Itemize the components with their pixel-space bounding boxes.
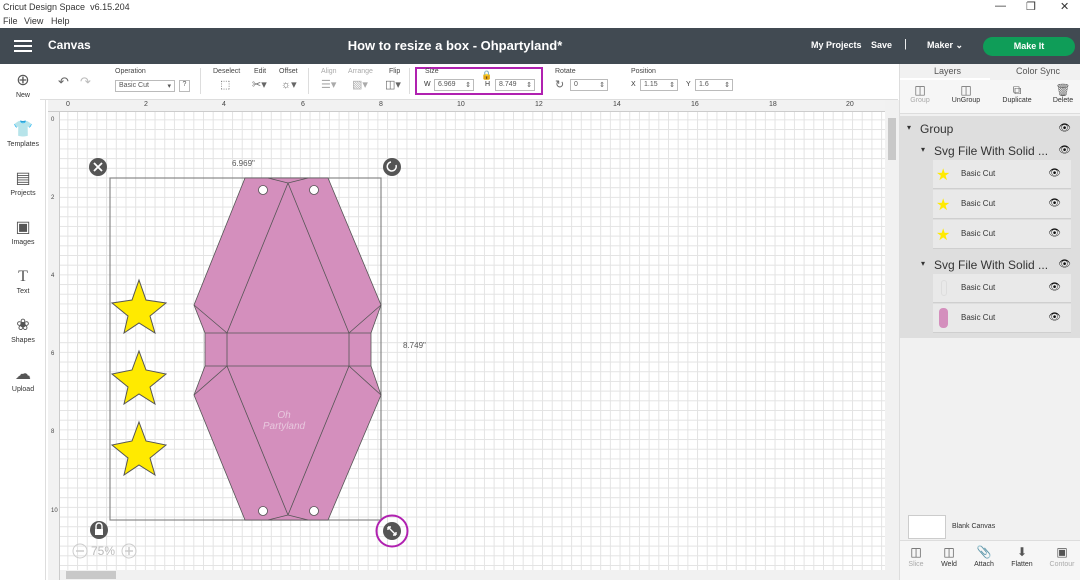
outline-thumbnail-icon bbox=[941, 280, 947, 296]
eye-icon[interactable]: 👁 bbox=[1048, 312, 1061, 323]
delete-button[interactable]: 🗑 Delete bbox=[1050, 83, 1076, 104]
width-dimension-label: 6.969" bbox=[232, 159, 255, 168]
eye-icon[interactable]: 👁 bbox=[1058, 259, 1071, 270]
eye-icon[interactable]: 👁 bbox=[1058, 123, 1071, 134]
layer-item-label: Basic Cut bbox=[961, 169, 996, 178]
tab-color-sync[interactable]: Color Sync bbox=[1016, 66, 1060, 76]
tab-layers[interactable]: Layers bbox=[934, 66, 961, 76]
layer-item[interactable]: Basic Cut 👁 bbox=[933, 304, 1071, 333]
weld-label: Weld bbox=[941, 561, 957, 568]
vertical-scrollbar[interactable] bbox=[885, 100, 899, 580]
star-thumbnail-icon: ★ bbox=[936, 167, 951, 184]
star-thumbnail-icon: ★ bbox=[936, 227, 951, 244]
layer-actions: ◫ Group ◫ UnGroup ⧉ Duplicate 🗑 Delete bbox=[900, 80, 1080, 114]
layer-item[interactable]: ★ Basic Cut 👁 bbox=[933, 220, 1071, 249]
slice-button[interactable]: ◫ Slice bbox=[906, 545, 926, 568]
eye-icon[interactable]: 👁 bbox=[1048, 282, 1061, 293]
collapse-arrow-icon[interactable]: ▾ bbox=[921, 259, 925, 268]
weld-button[interactable]: ◫ Weld bbox=[938, 545, 960, 568]
zoom-in-button[interactable] bbox=[122, 544, 136, 558]
height-dimension-label: 8.749" bbox=[403, 341, 426, 350]
ungroup-icon: ◫ bbox=[960, 83, 972, 97]
slice-label: Slice bbox=[908, 561, 924, 568]
ungroup-button[interactable]: ◫ UnGroup bbox=[946, 83, 986, 104]
group-label: Group bbox=[910, 97, 930, 104]
layer-group-row[interactable]: ▾ Group 👁 bbox=[900, 120, 1080, 140]
paperclip-icon: 📎 bbox=[976, 545, 992, 559]
contour-icon: ▣ bbox=[1056, 545, 1068, 559]
star-thumbnail-icon: ★ bbox=[936, 197, 951, 214]
trash-icon: 🗑 bbox=[1055, 83, 1071, 97]
attach-button[interactable]: 📎 Attach bbox=[972, 545, 996, 568]
duplicate-label: Duplicate bbox=[1002, 97, 1032, 104]
watermark-logo: Oh Partyland bbox=[262, 410, 306, 432]
blank-canvas-label: Blank Canvas bbox=[952, 523, 996, 530]
layer-tree: ▾ Group 👁 ▾ Svg File With Solid ... 👁 ★ Basic… bbox=[900, 116, 1080, 338]
flatten-button[interactable]: ⬇ Flatten bbox=[1008, 545, 1036, 568]
collapse-arrow-icon[interactable]: ▾ bbox=[907, 123, 911, 132]
combine-actions: ◫ Slice ◫ Weld 📎 Attach ⬇ Flatten ▣ Contour bbox=[900, 540, 1080, 580]
layer-item-label: Basic Cut bbox=[961, 313, 996, 322]
attach-label: Attach bbox=[974, 561, 994, 568]
weld-icon: ◫ bbox=[943, 545, 955, 559]
flatten-icon: ⬇ bbox=[1016, 545, 1028, 559]
layer-item[interactable]: ★ Basic Cut 👁 bbox=[933, 190, 1071, 219]
contour-button[interactable]: ▣ Contour bbox=[1047, 545, 1077, 568]
group-button[interactable]: ◫ Group bbox=[908, 83, 932, 104]
ungroup-label: UnGroup bbox=[951, 97, 981, 104]
group-icon: ◫ bbox=[914, 83, 926, 97]
eye-icon[interactable]: 👁 bbox=[1048, 198, 1061, 209]
eye-icon[interactable]: 👁 bbox=[1048, 168, 1061, 179]
horizontal-scrollbar[interactable] bbox=[60, 570, 885, 580]
duplicate-button[interactable]: ⧉ Duplicate bbox=[998, 83, 1036, 104]
delete-label: Delete bbox=[1052, 97, 1074, 104]
box-template-shape bbox=[193, 177, 382, 521]
eye-icon[interactable]: 👁 bbox=[1058, 145, 1071, 156]
layers-panel: Layers Color Sync ◫ Group ◫ UnGroup ⧉ Dupli… bbox=[899, 64, 1080, 580]
layer-subgroup-label: Svg File With Solid ... bbox=[934, 144, 1049, 158]
layer-item-label: Basic Cut bbox=[961, 229, 996, 238]
duplicate-icon: ⧉ bbox=[1012, 83, 1022, 97]
layer-item[interactable]: Basic Cut 👁 bbox=[933, 274, 1071, 303]
box-thumbnail-icon bbox=[939, 308, 948, 328]
star-shapes bbox=[110, 278, 168, 477]
vertical-scroll-thumb[interactable] bbox=[888, 118, 896, 160]
layer-group-label: Group bbox=[920, 122, 954, 136]
blank-canvas-thumbnail[interactable] bbox=[908, 515, 946, 539]
layer-item[interactable]: ★ Basic Cut 👁 bbox=[933, 160, 1071, 189]
layer-subgroup-row[interactable]: ▾ Svg File With Solid ... 👁 bbox=[900, 256, 1080, 276]
layer-item-label: Basic Cut bbox=[961, 199, 996, 208]
layer-item-label: Basic Cut bbox=[961, 283, 996, 292]
contour-label: Contour bbox=[1049, 561, 1075, 568]
zoom-out-button[interactable] bbox=[73, 544, 87, 558]
slice-icon: ◫ bbox=[910, 545, 922, 559]
layer-subgroup-row[interactable]: ▾ Svg File With Solid ... 👁 bbox=[900, 142, 1080, 162]
horizontal-scroll-thumb[interactable] bbox=[66, 571, 116, 579]
layer-subgroup-label: Svg File With Solid ... bbox=[934, 258, 1049, 272]
zoom-level: 75% bbox=[91, 544, 116, 558]
flatten-label: Flatten bbox=[1011, 561, 1033, 568]
eye-icon[interactable]: 👁 bbox=[1048, 228, 1061, 239]
collapse-arrow-icon[interactable]: ▾ bbox=[921, 145, 925, 154]
rotate-handle-icon bbox=[383, 158, 401, 176]
